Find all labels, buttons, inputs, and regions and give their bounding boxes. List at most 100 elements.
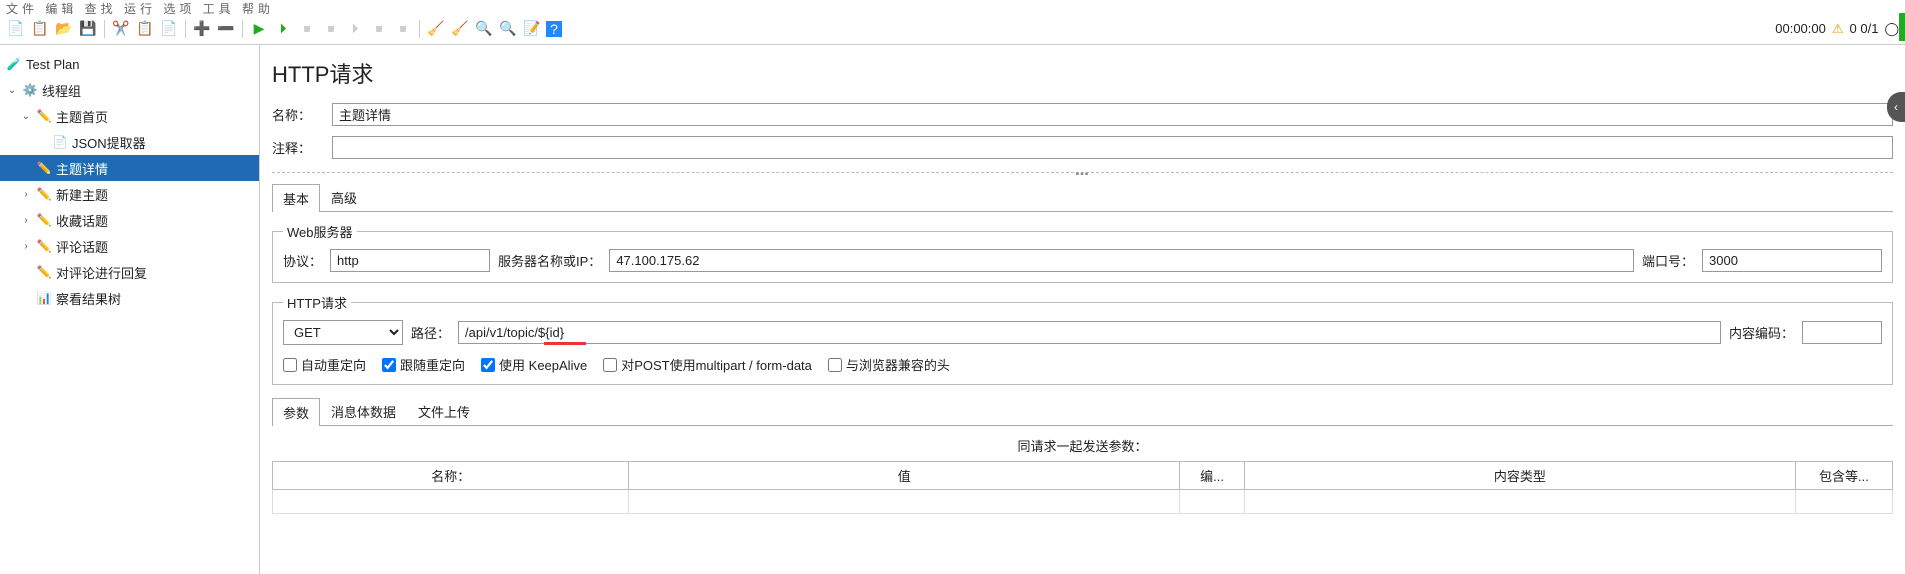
remote-shutdown-icon[interactable]: ⏹ bbox=[393, 19, 413, 39]
tree-item[interactable]: 📄JSON提取器 bbox=[0, 129, 259, 155]
encoding-input[interactable] bbox=[1802, 321, 1882, 344]
sampler-icon: ✏️ bbox=[36, 264, 52, 280]
help-icon[interactable]: ? bbox=[546, 21, 562, 37]
tree-item[interactable]: ›✏️新建主题 bbox=[0, 181, 259, 207]
separator bbox=[419, 20, 420, 38]
thread-count: 0 0/1 bbox=[1850, 21, 1879, 36]
cut-icon[interactable]: ✂️ bbox=[111, 19, 131, 39]
path-label: 路径： bbox=[411, 323, 450, 342]
name-input[interactable] bbox=[332, 103, 1893, 126]
paste-icon[interactable]: 📄 bbox=[159, 19, 179, 39]
separator bbox=[242, 20, 243, 38]
tab-file-upload[interactable]: 文件上传 bbox=[407, 397, 481, 425]
collapse-icon[interactable]: ⌄ bbox=[20, 111, 32, 122]
progress-bar bbox=[1899, 13, 1905, 41]
tree-item[interactable]: 📊察看结果树 bbox=[0, 285, 259, 311]
chk-browser-compat[interactable]: 与浏览器兼容的头 bbox=[828, 355, 950, 374]
port-label: 端口号： bbox=[1642, 251, 1694, 270]
web-server-legend: Web服务器 bbox=[283, 222, 357, 241]
remove-icon[interactable]: ➖ bbox=[216, 19, 236, 39]
params-table[interactable]: 名称： 值 编... 内容类型 包含等... bbox=[272, 461, 1893, 514]
status-indicator-icon: ◯ bbox=[1884, 21, 1899, 37]
config-tabs: 基本 高级 bbox=[272, 183, 1893, 212]
chk-auto-redirect[interactable]: 自动重定向 bbox=[283, 355, 366, 374]
expand-icon[interactable]: › bbox=[20, 189, 32, 200]
server-label: 服务器名称或IP： bbox=[498, 251, 601, 270]
extractor-icon: 📄 bbox=[52, 134, 68, 150]
col-content-type[interactable]: 内容类型 bbox=[1244, 462, 1795, 490]
path-input[interactable] bbox=[458, 321, 1721, 344]
collapse-icon[interactable]: ⌄ bbox=[6, 85, 18, 96]
protocol-input[interactable] bbox=[330, 249, 490, 272]
add-icon[interactable]: ➕ bbox=[192, 19, 212, 39]
tab-advanced[interactable]: 高级 bbox=[320, 183, 368, 211]
tree-item[interactable]: ⌄✏️主题首页 bbox=[0, 103, 259, 129]
tab-parameters[interactable]: 参数 bbox=[272, 398, 320, 426]
separator bbox=[185, 20, 186, 38]
shutdown-icon[interactable]: ⏹ bbox=[321, 19, 341, 39]
separator bbox=[104, 20, 105, 38]
tree-item[interactable]: ›✏️评论话题 bbox=[0, 233, 259, 259]
tree-item-selected[interactable]: ✏️主题详情 bbox=[0, 155, 259, 181]
tree-item[interactable]: ›✏️收藏话题 bbox=[0, 207, 259, 233]
table-row[interactable] bbox=[273, 490, 1893, 514]
col-name[interactable]: 名称： bbox=[273, 462, 629, 490]
sampler-icon: ✏️ bbox=[36, 212, 52, 228]
expand-icon[interactable]: › bbox=[20, 215, 32, 226]
col-include[interactable]: 包含等... bbox=[1795, 462, 1892, 490]
results-icon: 📊 bbox=[36, 290, 52, 306]
flask-icon: 🧪 bbox=[6, 56, 22, 72]
clear-icon[interactable]: 🧹 bbox=[426, 19, 446, 39]
sampler-icon: ✏️ bbox=[36, 108, 52, 124]
chk-multipart[interactable]: 对POST使用multipart / form-data bbox=[603, 355, 812, 374]
tree-test-plan[interactable]: 🧪Test Plan bbox=[0, 51, 259, 77]
editor-panel: HTTP请求 名称： 注释： ▪▪▪ 基本 高级 Web服务器 协议： 服务器名… bbox=[260, 45, 1905, 574]
protocol-label: 协议： bbox=[283, 251, 322, 270]
remote-start-icon[interactable]: ⏵ bbox=[345, 19, 365, 39]
chk-follow-redirect[interactable]: 跟随重定向 bbox=[382, 355, 465, 374]
highlight-underline bbox=[544, 342, 586, 345]
new-icon[interactable]: 📄 bbox=[6, 19, 26, 39]
tree-item[interactable]: ✏️对评论进行回复 bbox=[0, 259, 259, 285]
port-input[interactable] bbox=[1702, 249, 1882, 272]
run-icon[interactable]: ▶ bbox=[249, 19, 269, 39]
http-request-legend: HTTP请求 bbox=[283, 293, 351, 312]
splitter[interactable]: ▪▪▪ bbox=[272, 169, 1893, 177]
name-label: 名称： bbox=[272, 105, 324, 124]
comment-input[interactable] bbox=[332, 136, 1893, 159]
run-notimer-icon[interactable]: ⏵ bbox=[273, 19, 293, 39]
remote-stop-icon[interactable]: ⏹ bbox=[369, 19, 389, 39]
status-bar: 00:00:00 ⚠ 0 0/1 ◯ bbox=[1775, 21, 1899, 37]
tree-thread-group[interactable]: ⌄⚙️线程组 bbox=[0, 77, 259, 103]
clear-all-icon[interactable]: 🧹 bbox=[450, 19, 470, 39]
tab-body-data[interactable]: 消息体数据 bbox=[320, 397, 407, 425]
save-icon[interactable]: 💾 bbox=[78, 19, 98, 39]
panel-title: HTTP请求 bbox=[272, 57, 1893, 89]
open-icon[interactable]: 📂 bbox=[54, 19, 74, 39]
stop-icon[interactable]: ⏹ bbox=[297, 19, 317, 39]
search-icon[interactable]: 🔍 bbox=[474, 19, 494, 39]
sampler-icon: ✏️ bbox=[36, 186, 52, 202]
sampler-icon: ✏️ bbox=[36, 238, 52, 254]
sampler-icon: ✏️ bbox=[36, 160, 52, 176]
warning-icon: ⚠ bbox=[1832, 21, 1844, 37]
copy-icon[interactable]: 📋 bbox=[135, 19, 155, 39]
chk-keepalive[interactable]: 使用 KeepAlive bbox=[481, 355, 587, 374]
test-plan-tree: 🧪Test Plan ⌄⚙️线程组 ⌄✏️主题首页 📄JSON提取器 ✏️主题详… bbox=[0, 45, 260, 574]
toolbar: 📄 📋 📂 💾 ✂️ 📋 📄 ➕ ➖ ▶ ⏵ ⏹ ⏹ ⏵ ⏹ ⏹ 🧹 🧹 🔍 🔍… bbox=[0, 13, 1905, 45]
function-icon[interactable]: 📝 bbox=[522, 19, 542, 39]
params-heading: 同请求一起发送参数： bbox=[272, 436, 1893, 455]
gear-icon: ⚙️ bbox=[22, 82, 38, 98]
templates-icon[interactable]: 📋 bbox=[30, 19, 50, 39]
menubar: 文件 编辑 查找 运行 选项 工具 帮助 bbox=[0, 0, 1905, 13]
reset-search-icon[interactable]: 🔍 bbox=[498, 19, 518, 39]
tab-basic[interactable]: 基本 bbox=[272, 184, 320, 212]
expand-icon[interactable]: › bbox=[20, 241, 32, 252]
col-value[interactable]: 值 bbox=[629, 462, 1180, 490]
method-select[interactable]: GET bbox=[283, 320, 403, 345]
web-server-fieldset: Web服务器 协议： 服务器名称或IP： 端口号： bbox=[272, 222, 1893, 283]
http-request-fieldset: HTTP请求 GET 路径： 内容编码： 自动重定向 跟随重定向 使用 Keep… bbox=[272, 293, 1893, 385]
server-input[interactable] bbox=[609, 249, 1634, 272]
encoding-label: 内容编码： bbox=[1729, 323, 1794, 342]
col-encode[interactable]: 编... bbox=[1180, 462, 1245, 490]
